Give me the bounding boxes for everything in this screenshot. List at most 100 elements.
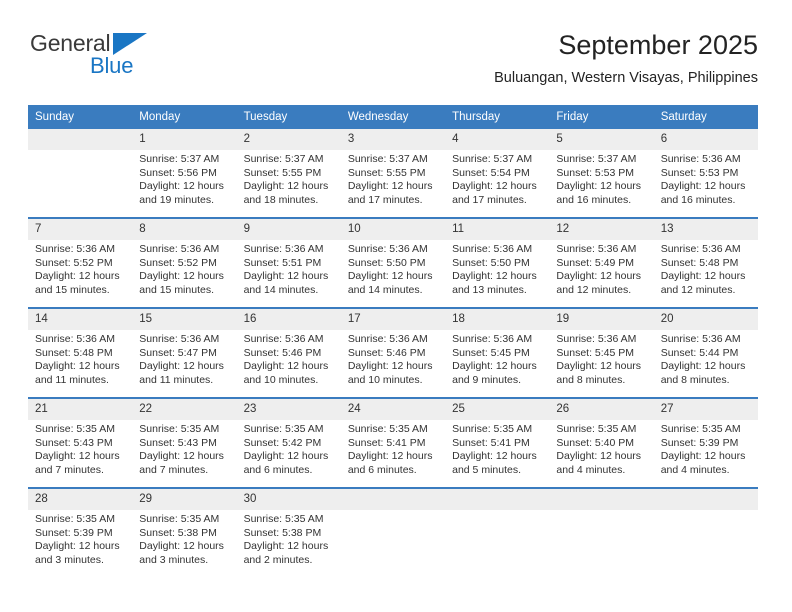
calendar-day-cell[interactable]: 23 Sunrise: 5:35 AM Sunset: 5:42 PM Dayligh… — [236, 397, 341, 488]
calendar-day-cell[interactable]: 30 Sunrise: 5:35 AM Sunset: 5:38 PM Dayligh… — [236, 487, 341, 577]
calendar-cell-empty — [653, 487, 758, 577]
calendar-day-cell[interactable]: 13 Sunrise: 5:36 AM Sunset: 5:48 PM Dayligh… — [653, 217, 758, 308]
sunrise-text: Sunrise: 5:35 AM — [556, 423, 637, 435]
sunset-text: Sunset: 5:42 PM — [243, 436, 322, 449]
weekday-header-saturday: Saturday — [653, 105, 758, 129]
weekday-header-thursday: Thursday — [445, 105, 550, 129]
day-number: 21 — [28, 399, 133, 420]
weekday-header-wednesday: Wednesday — [340, 105, 446, 129]
sunrise-text: Sunrise: 5:35 AM — [452, 423, 533, 435]
calendar-day-cell[interactable]: 27 Sunrise: 5:35 AM Sunset: 5:39 PM Dayligh… — [653, 397, 758, 488]
sunrise-text: Sunrise: 5:37 AM — [347, 153, 428, 165]
calendar-day-cell[interactable]: 10 Sunrise: 5:36 AM Sunset: 5:50 PM Dayligh… — [340, 217, 446, 308]
daylight-text: Daylight: 12 hours and 14 minutes. — [243, 270, 329, 296]
sunrise-text: Sunrise: 5:37 AM — [452, 153, 533, 165]
day-details: Sunrise: 5:37 AM Sunset: 5:54 PM Daylight:… — [445, 150, 549, 207]
day-details: Sunrise: 5:35 AM Sunset: 5:40 PM Daylight:… — [549, 420, 653, 477]
day-number: 23 — [236, 399, 341, 420]
calendar-page: General Blue September 2025 Buluangan, W… — [0, 0, 792, 612]
day-number — [445, 489, 550, 510]
day-details: Sunrise: 5:36 AM Sunset: 5:46 PM Daylight:… — [341, 330, 445, 387]
calendar-day-cell[interactable]: 21 Sunrise: 5:35 AM Sunset: 5:43 PM Dayligh… — [28, 397, 133, 488]
day-number: 18 — [445, 309, 550, 330]
day-details: Sunrise: 5:36 AM Sunset: 5:49 PM Daylight:… — [549, 240, 653, 297]
sunrise-text: Sunrise: 5:35 AM — [660, 423, 741, 435]
calendar-day-cell[interactable]: 19 Sunrise: 5:36 AM Sunset: 5:45 PM Dayligh… — [549, 307, 654, 398]
calendar-day-cell[interactable]: 2 Sunrise: 5:37 AM Sunset: 5:55 PM Daylight… — [236, 129, 341, 218]
daylight-text: Daylight: 12 hours and 10 minutes. — [347, 360, 433, 386]
calendar-day-cell[interactable]: 9 Sunrise: 5:36 AM Sunset: 5:51 PM Daylight… — [236, 217, 341, 308]
day-number: 19 — [549, 309, 654, 330]
calendar-day-cell[interactable]: 22 Sunrise: 5:35 AM Sunset: 5:43 PM Dayligh… — [132, 397, 237, 488]
daylight-text: Daylight: 12 hours and 17 minutes. — [452, 180, 537, 206]
calendar-day-cell[interactable]: 8 Sunrise: 5:36 AM Sunset: 5:52 PM Daylight… — [132, 217, 237, 308]
page-title: September 2025 — [558, 30, 758, 60]
calendar-day-cell[interactable]: 3 Sunrise: 5:37 AM Sunset: 5:55 PM Daylight… — [340, 129, 446, 218]
sunrise-text: Sunrise: 5:36 AM — [139, 243, 220, 255]
sunrise-text: Sunrise: 5:36 AM — [243, 243, 324, 255]
day-number: 24 — [340, 399, 446, 420]
calendar-cell-empty — [549, 487, 654, 577]
daylight-text: Daylight: 12 hours and 7 minutes. — [35, 450, 120, 476]
sunrise-text: Sunrise: 5:36 AM — [347, 243, 428, 255]
location-subtitle: Buluangan, Western Visayas, Philippines — [494, 70, 758, 86]
daylight-text: Daylight: 12 hours and 11 minutes. — [139, 360, 224, 386]
title-block: September 2025 Buluangan, Western Visaya… — [494, 28, 758, 87]
daylight-text: Daylight: 12 hours and 3 minutes. — [139, 540, 224, 566]
day-details: Sunrise: 5:35 AM Sunset: 5:39 PM Daylight:… — [28, 510, 132, 567]
calendar-day-cell[interactable]: 16 Sunrise: 5:36 AM Sunset: 5:46 PM Dayligh… — [236, 307, 341, 398]
calendar-day-cell[interactable]: 15 Sunrise: 5:36 AM Sunset: 5:47 PM Dayligh… — [132, 307, 237, 398]
calendar-cell-empty — [28, 129, 133, 218]
daylight-text: Daylight: 12 hours and 10 minutes. — [243, 360, 329, 386]
day-number — [340, 489, 446, 510]
calendar-day-cell[interactable]: 28 Sunrise: 5:35 AM Sunset: 5:39 PM Dayligh… — [28, 487, 133, 577]
calendar-day-cell[interactable]: 7 Sunrise: 5:36 AM Sunset: 5:52 PM Daylight… — [28, 217, 133, 308]
day-details: Sunrise: 5:35 AM Sunset: 5:42 PM Daylight:… — [237, 420, 341, 477]
calendar-day-cell[interactable]: 29 Sunrise: 5:35 AM Sunset: 5:38 PM Dayligh… — [132, 487, 237, 577]
day-number: 5 — [549, 129, 654, 150]
sunset-text: Sunset: 5:46 PM — [243, 346, 322, 359]
weekday-header-monday: Monday — [132, 105, 237, 129]
daylight-text: Daylight: 12 hours and 18 minutes. — [243, 180, 329, 206]
calendar-body: 1 Sunrise: 5:37 AM Sunset: 5:56 PM Daylight… — [28, 129, 758, 577]
day-details: Sunrise: 5:36 AM Sunset: 5:52 PM Daylight:… — [132, 240, 236, 297]
sunset-text: Sunset: 5:45 PM — [452, 346, 530, 359]
page-header: General Blue September 2025 Buluangan, W… — [28, 28, 758, 98]
daylight-text: Daylight: 12 hours and 12 minutes. — [556, 270, 642, 296]
calendar-day-cell[interactable]: 12 Sunrise: 5:36 AM Sunset: 5:49 PM Dayligh… — [549, 217, 654, 308]
day-number: 10 — [340, 219, 446, 240]
sunset-text: Sunset: 5:54 PM — [452, 166, 530, 179]
calendar-day-cell[interactable]: 24 Sunrise: 5:35 AM Sunset: 5:41 PM Dayligh… — [340, 397, 446, 488]
sunrise-text: Sunrise: 5:35 AM — [35, 513, 115, 525]
day-details: Sunrise: 5:36 AM Sunset: 5:47 PM Daylight:… — [132, 330, 236, 387]
sunset-text: Sunset: 5:49 PM — [556, 256, 635, 269]
daylight-text: Daylight: 12 hours and 19 minutes. — [139, 180, 224, 206]
calendar-day-cell[interactable]: 20 Sunrise: 5:36 AM Sunset: 5:44 PM Dayligh… — [653, 307, 758, 398]
sunset-text: Sunset: 5:38 PM — [243, 526, 322, 539]
sunrise-text: Sunrise: 5:37 AM — [139, 153, 220, 165]
calendar-day-cell[interactable]: 11 Sunrise: 5:36 AM Sunset: 5:50 PM Dayligh… — [445, 217, 550, 308]
calendar-day-cell[interactable]: 1 Sunrise: 5:37 AM Sunset: 5:56 PM Daylight… — [132, 129, 237, 218]
calendar-day-cell[interactable]: 6 Sunrise: 5:36 AM Sunset: 5:53 PM Daylight… — [653, 129, 758, 218]
sunrise-text: Sunrise: 5:36 AM — [243, 333, 324, 345]
calendar-day-cell[interactable]: 4 Sunrise: 5:37 AM Sunset: 5:54 PM Daylight… — [445, 129, 550, 218]
day-number: 17 — [340, 309, 446, 330]
daylight-text: Daylight: 12 hours and 8 minutes. — [660, 360, 746, 386]
day-details: Sunrise: 5:36 AM Sunset: 5:51 PM Daylight:… — [237, 240, 341, 297]
calendar-day-cell[interactable]: 5 Sunrise: 5:37 AM Sunset: 5:53 PM Daylight… — [549, 129, 654, 218]
brand-logo[interactable]: General Blue — [28, 28, 178, 86]
day-number: 27 — [653, 399, 758, 420]
calendar-day-cell[interactable]: 26 Sunrise: 5:35 AM Sunset: 5:40 PM Dayligh… — [549, 397, 654, 488]
sunrise-text: Sunrise: 5:36 AM — [35, 243, 115, 255]
sunrise-text: Sunrise: 5:36 AM — [452, 243, 533, 255]
day-number: 30 — [236, 489, 341, 510]
sunrise-text: Sunrise: 5:36 AM — [556, 333, 637, 345]
day-number: 11 — [445, 219, 550, 240]
daylight-text: Daylight: 12 hours and 5 minutes. — [452, 450, 537, 476]
calendar-day-cell[interactable]: 17 Sunrise: 5:36 AM Sunset: 5:46 PM Dayligh… — [340, 307, 446, 398]
day-details: Sunrise: 5:36 AM Sunset: 5:53 PM Daylight:… — [654, 150, 758, 207]
calendar-day-cell[interactable]: 14 Sunrise: 5:36 AM Sunset: 5:48 PM Dayligh… — [28, 307, 133, 398]
sunrise-text: Sunrise: 5:36 AM — [452, 333, 533, 345]
calendar-day-cell[interactable]: 25 Sunrise: 5:35 AM Sunset: 5:41 PM Dayligh… — [445, 397, 550, 488]
calendar-day-cell[interactable]: 18 Sunrise: 5:36 AM Sunset: 5:45 PM Dayligh… — [445, 307, 550, 398]
